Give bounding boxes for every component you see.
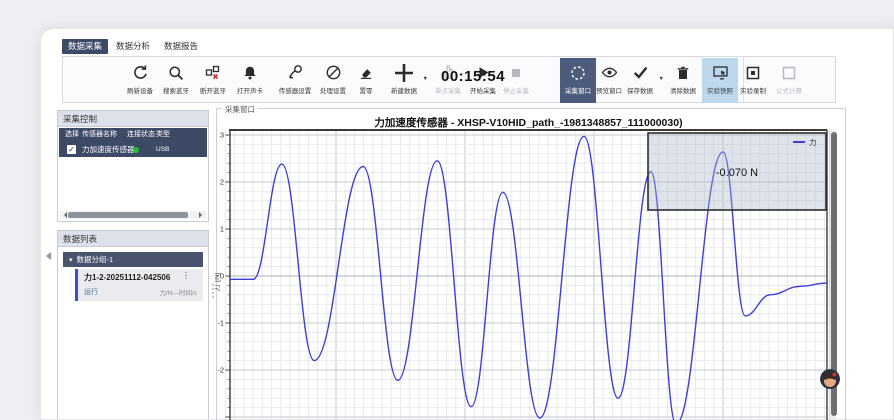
bell-icon bbox=[242, 61, 258, 84]
col-type: 类型 bbox=[156, 128, 170, 142]
snapshot-icon bbox=[712, 61, 729, 84]
open-soundcard-button[interactable]: 打开声卡 bbox=[227, 61, 273, 100]
sensor-type: USB bbox=[156, 142, 169, 157]
svg-text:3: 3 bbox=[220, 131, 224, 140]
tab-data-analysis[interactable]: 数据分析 bbox=[110, 39, 156, 54]
refresh-device-label: 刷新设备 bbox=[127, 85, 153, 95]
check-icon bbox=[632, 61, 649, 84]
col-name: 传感器名称 bbox=[82, 128, 117, 142]
data-record-title: 力1-2-20251112-042506 bbox=[84, 272, 170, 283]
sensor-table-header: 选择 传感器名称 连接状态 类型 bbox=[59, 128, 207, 142]
svg-text:2: 2 bbox=[220, 178, 224, 187]
eye-icon bbox=[601, 61, 618, 84]
sensor-checkbox[interactable]: ✓ bbox=[67, 145, 76, 154]
col-status: 连接状态 bbox=[127, 128, 155, 142]
formula-calc-label: 公式计算 bbox=[776, 85, 802, 95]
scroll-left-icon[interactable] bbox=[61, 212, 67, 218]
edit-circle-icon bbox=[325, 61, 342, 84]
bt-off-icon bbox=[205, 61, 221, 84]
data-list-panel: 数据列表 ▾ 数据分组-1 力1-2-20251112-042506 ⋮ 运行 力… bbox=[57, 230, 209, 419]
search-bluetooth-label: 搜索蓝牙 bbox=[163, 85, 189, 95]
data-group-row[interactable]: ▾ 数据分组-1 bbox=[63, 252, 203, 267]
open-soundcard-label: 打开声卡 bbox=[237, 85, 263, 95]
new-data-button[interactable]: 新建数据▼ bbox=[381, 61, 427, 100]
caret-down-icon: ▾ bbox=[69, 257, 73, 264]
search-icon bbox=[168, 61, 184, 84]
capture-control-title: 采集控制 bbox=[58, 111, 208, 127]
data-group-label: 数据分组-1 bbox=[77, 255, 114, 264]
capture-timer: 00:15:54 bbox=[441, 68, 505, 85]
record-icon bbox=[745, 61, 761, 84]
svg-text:力 [N]: 力 [N] bbox=[215, 272, 221, 291]
sensor-settings-label: 传感器设置 bbox=[279, 85, 312, 95]
clear-data-label: 清除数据 bbox=[670, 85, 696, 95]
app-stage: 数据采集 数据分析 数据报告 刷新设备搜索蓝牙断开蓝牙打开声卡传感器设置处理设置… bbox=[0, 0, 894, 420]
tab-data-report[interactable]: 数据报告 bbox=[158, 39, 204, 54]
zeroing-label: 置零 bbox=[360, 85, 373, 95]
data-record-item[interactable]: 力1-2-20251112-042506 ⋮ 运行 力/N—时间/s bbox=[75, 269, 203, 301]
hscroll-thumb[interactable] bbox=[68, 212, 188, 218]
data-record-axes: 力/N—时间/s bbox=[159, 287, 197, 297]
new-data-label: 新建数据 bbox=[391, 85, 417, 95]
cursor-value-label: -0.070 N bbox=[716, 167, 758, 179]
eraser-icon bbox=[358, 61, 374, 84]
data-list-title: 数据列表 bbox=[58, 231, 208, 247]
waveform-chart[interactable]: 3210-1-2力 [N]-0.070 N力 bbox=[215, 112, 845, 420]
tab-data-capture[interactable]: 数据采集 bbox=[62, 39, 108, 54]
clear-data-button[interactable]: 清除数据 bbox=[660, 61, 706, 100]
sensor-icon bbox=[287, 61, 304, 84]
formula-icon bbox=[781, 61, 797, 84]
svg-text:1: 1 bbox=[220, 225, 224, 234]
sensor-row[interactable]: ✓ 力加速度传感器 USB bbox=[59, 142, 207, 157]
col-select: 选择 bbox=[65, 128, 79, 142]
scroll-right-icon[interactable] bbox=[199, 212, 205, 218]
experiment-record-label: 实验录制 bbox=[740, 85, 766, 95]
refresh-icon bbox=[132, 61, 149, 84]
status-dot bbox=[133, 147, 139, 153]
item-menu-icon[interactable]: ⋮ bbox=[182, 271, 190, 280]
stop-capture-label: 停止采集 bbox=[503, 85, 529, 95]
capture-control-panel: 采集控制 选择 传感器名称 连接状态 类型 ✓ 力加速度传感器 USB bbox=[57, 110, 209, 222]
sidebar-collapse-icon[interactable] bbox=[46, 252, 51, 260]
save-data-button[interactable]: 保存数据▼ bbox=[617, 61, 663, 100]
disconnect-bluetooth-label: 断开蓝牙 bbox=[200, 85, 226, 95]
svg-text:-2: -2 bbox=[217, 366, 224, 375]
sensor-name: 力加速度传感器 bbox=[82, 142, 135, 157]
data-record-status: 运行 bbox=[84, 287, 98, 297]
trash-icon bbox=[675, 61, 691, 84]
assistant-avatar-button[interactable] bbox=[820, 369, 840, 389]
legend-label: 力 bbox=[809, 137, 817, 147]
dashed-circle-icon bbox=[569, 61, 587, 84]
avatar-icon bbox=[820, 369, 840, 389]
formula-calc-button: 公式计算 bbox=[766, 61, 812, 100]
panel-splitter-handle[interactable] bbox=[212, 284, 214, 286]
single-point-capture-label: 单点采集 bbox=[435, 85, 461, 95]
stop-icon bbox=[509, 61, 523, 84]
save-data-label: 保存数据 bbox=[627, 85, 653, 95]
sensor-table-hscrollbar[interactable] bbox=[60, 211, 206, 219]
plus-icon bbox=[393, 61, 415, 84]
svg-text:-1: -1 bbox=[217, 319, 224, 328]
